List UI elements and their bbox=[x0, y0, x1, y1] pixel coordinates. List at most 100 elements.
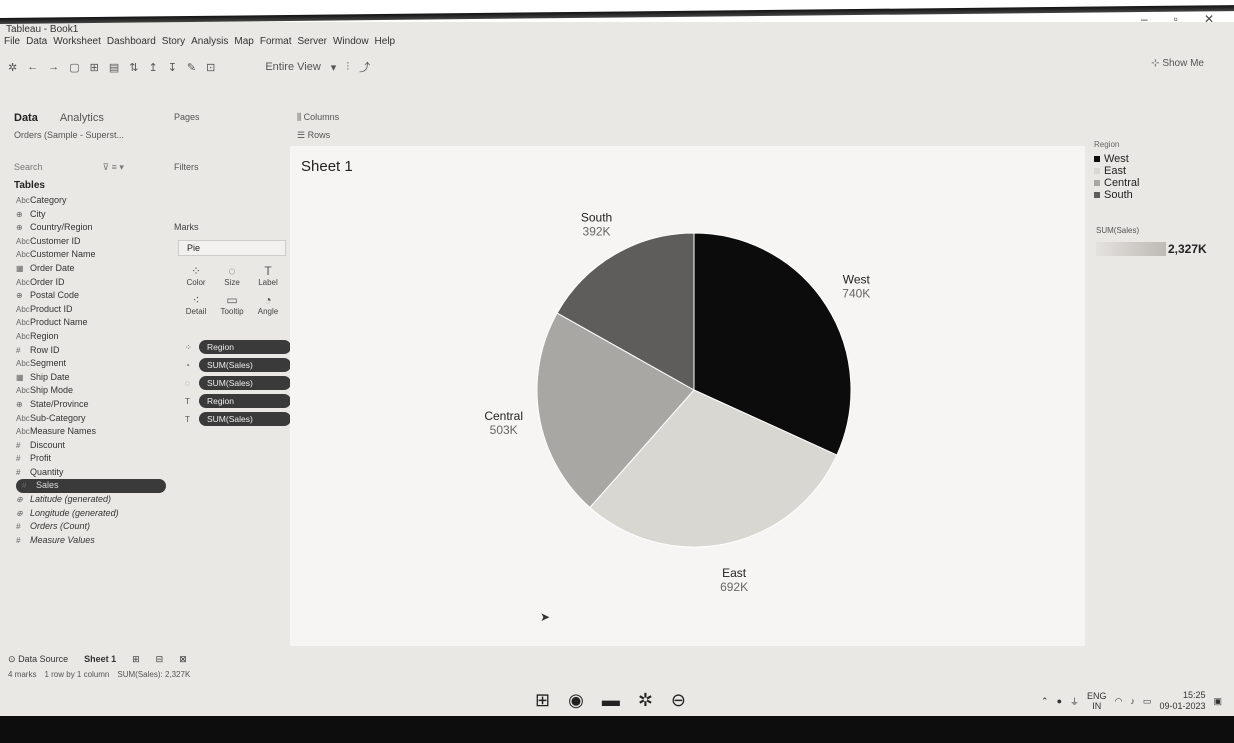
field-item[interactable]: Abc Customer Name bbox=[16, 248, 176, 262]
volume-icon[interactable]: ♪ bbox=[1130, 696, 1135, 706]
mark-button-tooltip[interactable]: ▭ Tooltip bbox=[214, 293, 250, 316]
mark-button-detail[interactable]: ⁖ Detail bbox=[178, 293, 214, 316]
mark-button-color[interactable]: ⁘ Color bbox=[178, 264, 214, 287]
notification-icon[interactable]: ▣ bbox=[1213, 696, 1222, 707]
pill-encoding-icon[interactable]: ◌ bbox=[185, 379, 195, 388]
tab-data-source[interactable]: ⊙ Data Source bbox=[8, 654, 68, 665]
menu-data[interactable]: Data bbox=[26, 36, 47, 52]
maximize-button[interactable]: ▫ bbox=[1174, 12, 1178, 26]
field-item[interactable]: ⊕ State/Province bbox=[16, 398, 176, 412]
sort-asc-icon[interactable]: ↥ bbox=[148, 61, 157, 74]
close-button[interactable]: ✕ bbox=[1204, 12, 1214, 26]
tab-data[interactable]: Data bbox=[14, 112, 38, 124]
tab-sheet-1[interactable]: Sheet 1 bbox=[84, 654, 116, 664]
pill-encoding-icon[interactable]: T bbox=[185, 415, 195, 424]
field-item[interactable]: Abc Product Name bbox=[16, 316, 176, 330]
tray-app-icon[interactable]: ● bbox=[1057, 696, 1062, 706]
chart-icon[interactable]: ⫶ bbox=[346, 61, 349, 74]
new-sheet-icon[interactable]: ▤ bbox=[109, 61, 119, 74]
pages-card[interactable]: Pages bbox=[174, 112, 200, 122]
field-item[interactable]: Abc Segment bbox=[16, 357, 176, 371]
menu-window[interactable]: Window bbox=[333, 36, 369, 52]
tray-expand-icon[interactable]: ⌃ bbox=[1041, 696, 1049, 707]
field-item[interactable]: Abc Sub-Category bbox=[16, 412, 176, 426]
field-item[interactable]: # Profit bbox=[16, 452, 176, 466]
field-item[interactable]: Abc Customer ID bbox=[16, 235, 176, 249]
clock[interactable]: 15:25 09-01-2023 bbox=[1159, 690, 1205, 712]
new-datasource-icon[interactable]: ⊞ bbox=[90, 61, 99, 74]
pill-encoding-icon[interactable]: ⁘ bbox=[185, 343, 195, 352]
field-item[interactable]: # Discount bbox=[16, 439, 176, 453]
chevron-down-icon[interactable]: ▾ bbox=[331, 61, 337, 74]
field-item[interactable]: Abc Order ID bbox=[16, 276, 176, 290]
swap-icon[interactable]: ⇅ bbox=[129, 61, 138, 74]
datasource-name[interactable]: Orders (Sample - Superst... bbox=[14, 130, 124, 140]
recording-icon[interactable]: ⊖ bbox=[671, 690, 686, 711]
sort-desc-icon[interactable]: ↧ bbox=[168, 61, 177, 74]
mark-button-label[interactable]: T Label bbox=[250, 264, 286, 287]
field-item[interactable]: ▦ Ship Date bbox=[16, 371, 176, 385]
field-item[interactable]: ⊕ Longitude (generated) bbox=[16, 507, 176, 521]
battery-icon[interactable]: ▭ bbox=[1143, 696, 1152, 707]
group-icon[interactable]: ⊡ bbox=[206, 61, 215, 74]
new-story-tab-icon[interactable]: ⊠ bbox=[179, 654, 187, 665]
new-sheet-tab-icon[interactable]: ⊞ bbox=[132, 654, 140, 665]
mark-button-angle[interactable]: ◔ Angle bbox=[250, 293, 286, 316]
legend-item[interactable]: South bbox=[1094, 189, 1224, 201]
file-explorer-icon[interactable]: ▬ bbox=[602, 690, 620, 711]
mark-button-size[interactable]: ◌ Size bbox=[214, 264, 250, 287]
field-item[interactable]: ⊕ Latitude (generated) bbox=[16, 493, 176, 507]
field-pill[interactable]: SUM(Sales) bbox=[199, 376, 291, 390]
field-item[interactable]: Abc Product ID bbox=[16, 303, 176, 317]
share-icon[interactable]: ⤴ bbox=[359, 59, 370, 75]
field-item[interactable]: Abc Category bbox=[16, 194, 176, 208]
menu-map[interactable]: Map bbox=[234, 36, 253, 52]
pie-chart[interactable]: West740K East692K Central503K South392K bbox=[290, 146, 1085, 646]
field-item[interactable]: Abc Region bbox=[16, 330, 176, 344]
legend-item[interactable]: Central bbox=[1094, 177, 1224, 189]
field-item[interactable]: Abc Ship Mode bbox=[16, 384, 176, 398]
menu-worksheet[interactable]: Worksheet bbox=[53, 36, 101, 52]
legend-item[interactable]: West bbox=[1094, 153, 1224, 165]
field-item[interactable]: # Orders (Count) bbox=[16, 520, 176, 534]
new-dashboard-tab-icon[interactable]: ⊟ bbox=[156, 654, 164, 665]
pill-encoding-icon[interactable]: ◔ bbox=[185, 361, 195, 370]
back-icon[interactable]: ← bbox=[27, 61, 38, 73]
menu-story[interactable]: Story bbox=[162, 36, 185, 52]
field-search-input[interactable]: Search bbox=[14, 162, 43, 173]
field-item[interactable]: ▦ Order Date bbox=[16, 262, 176, 276]
field-item[interactable]: Abc Measure Names bbox=[16, 425, 176, 439]
mark-type-select[interactable]: Pie bbox=[178, 240, 286, 256]
filter-icon[interactable]: ⊽ ≡ ▾ bbox=[103, 162, 124, 173]
menu-analysis[interactable]: Analysis bbox=[191, 36, 228, 52]
wifi-icon[interactable]: ◠ bbox=[1115, 696, 1123, 707]
forward-icon[interactable]: → bbox=[48, 61, 59, 73]
save-icon[interactable]: ▢ bbox=[69, 61, 79, 74]
tab-analytics[interactable]: Analytics bbox=[60, 112, 104, 124]
field-item[interactable]: ⊕ Postal Code bbox=[16, 289, 176, 303]
field-item[interactable]: ⊕ Country/Region bbox=[16, 221, 176, 235]
menu-dashboard[interactable]: Dashboard bbox=[107, 36, 156, 52]
field-item[interactable]: # Quantity bbox=[16, 466, 176, 480]
menu-help[interactable]: Help bbox=[375, 36, 396, 52]
field-pill[interactable]: SUM(Sales) bbox=[199, 358, 291, 372]
windows-start-icon[interactable]: ⊞ bbox=[535, 690, 550, 711]
field-item[interactable]: ⊕ City bbox=[16, 208, 176, 222]
show-me-button[interactable]: ⊹ Show Me bbox=[1151, 58, 1204, 69]
filters-card[interactable]: Filters bbox=[174, 162, 199, 172]
rows-shelf[interactable]: ☰ Rows bbox=[297, 130, 330, 141]
field-item[interactable]: # Row ID bbox=[16, 344, 176, 358]
minimize-button[interactable]: – bbox=[1141, 12, 1148, 26]
field-item[interactable]: # Sales bbox=[16, 479, 166, 494]
field-pill[interactable]: Region bbox=[199, 340, 291, 354]
usb-icon[interactable]: ⏚ bbox=[1070, 695, 1079, 708]
field-pill[interactable]: SUM(Sales) bbox=[199, 412, 291, 426]
field-pill[interactable]: Region bbox=[199, 394, 291, 408]
menu-format[interactable]: Format bbox=[260, 36, 292, 52]
tableau-app-icon[interactable]: ✲ bbox=[638, 690, 653, 711]
field-item[interactable]: # Measure Values bbox=[16, 534, 176, 548]
columns-shelf[interactable]: ⫼ Columns bbox=[297, 112, 339, 123]
chrome-icon[interactable]: ◉ bbox=[568, 690, 584, 711]
highlight-icon[interactable]: ✎ bbox=[187, 61, 196, 74]
view-select[interactable]: Entire View bbox=[265, 61, 320, 73]
